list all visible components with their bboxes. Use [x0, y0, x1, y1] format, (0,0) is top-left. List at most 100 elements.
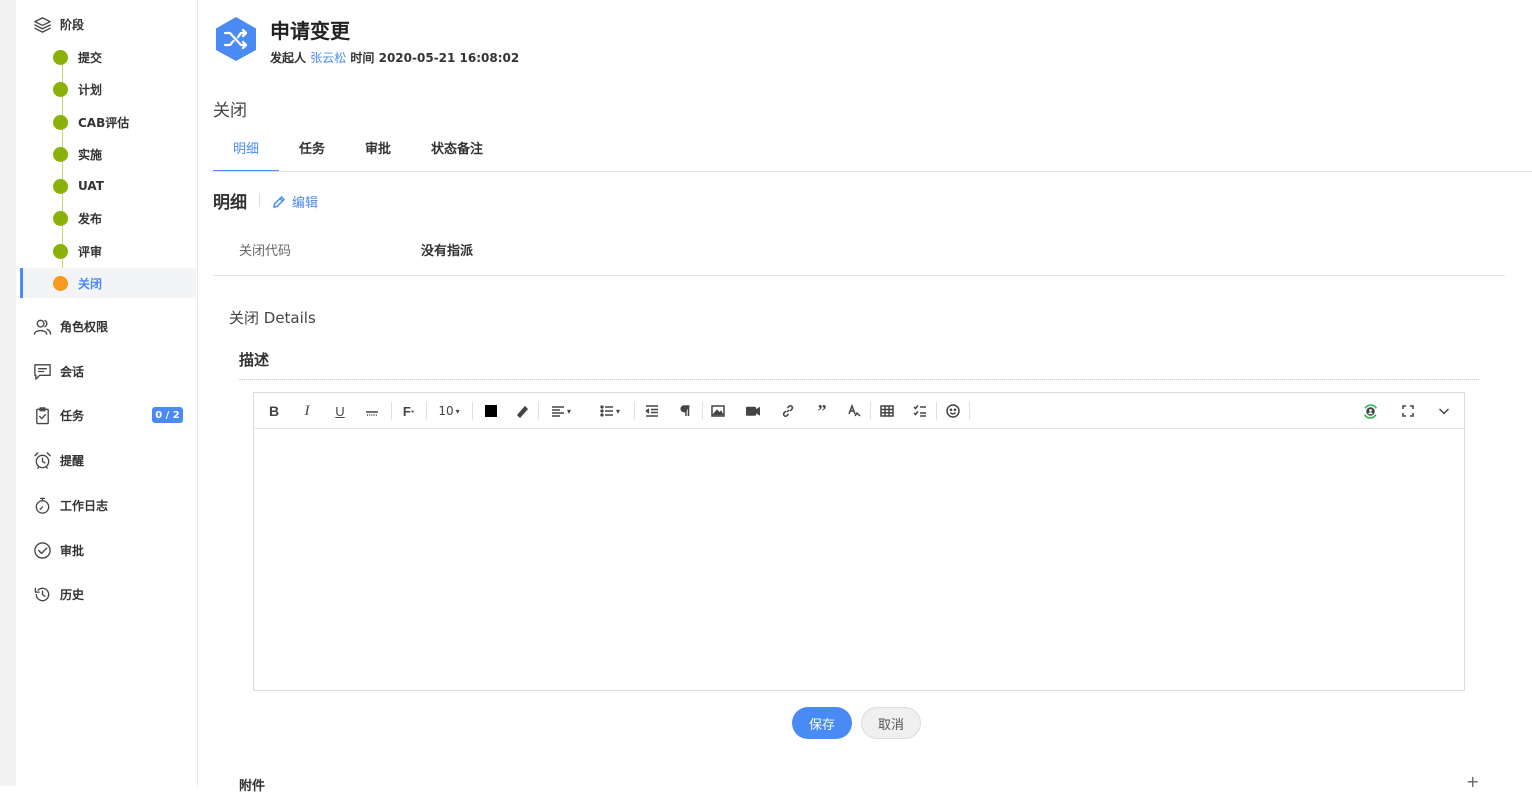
- stage-label: 关闭: [78, 276, 103, 291]
- sidebar-item-approval[interactable]: 审批: [32, 538, 84, 562]
- pencil-icon: [273, 195, 286, 208]
- font-size-select[interactable]: 10 ▾: [434, 399, 464, 423]
- stage-label: UAT: [78, 179, 104, 193]
- sidebar-item-worklog[interactable]: 工作日志: [32, 493, 108, 517]
- sidebar: 阶段 提交 计划 CAB评估 实施 UAT 发布 评审 关闭 角色权限 会话 任…: [16, 0, 198, 786]
- stage-done-dot: [53, 210, 68, 226]
- sidebar-item-label: 角色权限: [60, 319, 109, 334]
- chevron-down-icon[interactable]: [1434, 399, 1454, 423]
- close-code-label: 关闭代码: [239, 244, 292, 259]
- underline-icon[interactable]: U: [330, 399, 350, 423]
- cancel-button[interactable]: 取消: [861, 707, 921, 739]
- image-icon[interactable]: [708, 399, 728, 423]
- sidebar-item-label: 任务: [60, 408, 85, 423]
- initiator-link[interactable]: 张云松: [310, 51, 346, 65]
- stage-label: 提交: [78, 50, 103, 65]
- toolbar-separator: [969, 402, 970, 420]
- stage-done-dot: [53, 243, 68, 259]
- tabs-divider: [213, 171, 1532, 172]
- left-rail: [0, 0, 16, 786]
- time-label: 时间: [350, 51, 375, 65]
- layers-icon: [32, 14, 52, 34]
- list-dropdown-icon[interactable]: ▾: [595, 399, 625, 423]
- tab-approval[interactable]: 审批: [345, 132, 411, 172]
- toolbar-separator: [936, 402, 937, 420]
- stage-done-dot: [53, 146, 68, 162]
- paragraph-icon[interactable]: [675, 399, 695, 423]
- tab-status-notes[interactable]: 状态备注: [411, 132, 503, 172]
- stages-header[interactable]: 阶段: [32, 12, 84, 36]
- stage-item[interactable]: CAB评估: [20, 107, 196, 137]
- editor-content-area[interactable]: [254, 429, 1464, 691]
- stage-item[interactable]: 发布: [20, 203, 196, 233]
- stage-item[interactable]: UAT: [20, 171, 196, 201]
- page-title: 申请变更: [270, 19, 350, 43]
- sidebar-item-reminder[interactable]: 提醒: [32, 448, 84, 472]
- font-family-icon[interactable]: F·: [399, 399, 419, 423]
- stage-item-current[interactable]: 关闭: [20, 268, 196, 298]
- table-icon[interactable]: [877, 399, 897, 423]
- close-details-title: 关闭 Details: [229, 309, 316, 327]
- toolbar-separator: [538, 402, 539, 420]
- sidebar-item-label: 会话: [60, 364, 85, 379]
- sidebar-item-label: 审批: [60, 543, 85, 558]
- stages-header-label: 阶段: [60, 17, 85, 32]
- caret-down-icon: ▾: [615, 406, 620, 416]
- editor-toolbar: B I U F· 10 ▾ ▾ ▾ ”: [254, 393, 1464, 429]
- shuffle-icon: [216, 17, 256, 61]
- stage-item[interactable]: 计划: [20, 74, 196, 104]
- fullscreen-icon[interactable]: [1398, 399, 1418, 423]
- stage-done-dot: [53, 49, 68, 65]
- detail-section-title: 明细: [213, 193, 247, 213]
- stage-item[interactable]: 评审: [20, 236, 196, 266]
- stage-done-dot: [53, 81, 68, 97]
- checklist-icon[interactable]: [910, 399, 930, 423]
- link-icon[interactable]: [778, 399, 798, 423]
- highlight-icon[interactable]: [512, 399, 532, 423]
- tab-detail[interactable]: 明细: [213, 132, 280, 172]
- rich-text-editor: B I U F· 10 ▾ ▾ ▾ ”: [253, 392, 1465, 691]
- toolbar-separator: [634, 402, 635, 420]
- bold-icon[interactable]: B: [264, 399, 284, 423]
- sidebar-item-roles[interactable]: 角色权限: [32, 314, 108, 338]
- close-code-value: 没有指派: [421, 244, 474, 259]
- strikethrough-icon[interactable]: [362, 399, 382, 423]
- description-divider: [239, 379, 1479, 380]
- title-separator: [259, 193, 260, 207]
- align-dropdown-icon[interactable]: ▾: [546, 399, 576, 423]
- collaboration-icon[interactable]: [1358, 399, 1382, 423]
- history-icon: [32, 584, 52, 604]
- stage-item[interactable]: 实施: [20, 139, 196, 169]
- description-label: 描述: [239, 351, 270, 369]
- stage-label: 发布: [78, 211, 103, 226]
- chat-icon: [32, 361, 52, 381]
- edit-button[interactable]: 编辑: [272, 192, 318, 211]
- toolbar-separator: [702, 402, 703, 420]
- users-icon: [32, 316, 52, 336]
- save-button[interactable]: 保存: [792, 707, 852, 739]
- caret-down-icon: ▾: [455, 406, 460, 416]
- italic-icon[interactable]: I: [297, 399, 317, 423]
- sidebar-item-tasks[interactable]: 任务: [32, 403, 84, 427]
- sidebar-item-chat[interactable]: 会话: [32, 359, 84, 383]
- outdent-icon[interactable]: [642, 399, 662, 423]
- clipboard-icon: [32, 405, 52, 425]
- field-divider: [213, 275, 1505, 276]
- tab-tasks[interactable]: 任务: [279, 132, 345, 172]
- stage-label: CAB评估: [78, 115, 130, 130]
- text-color-icon[interactable]: [481, 399, 501, 423]
- sidebar-item-label: 历史: [60, 587, 85, 602]
- video-icon[interactable]: [743, 399, 763, 423]
- stage-item[interactable]: 提交: [20, 42, 196, 72]
- sidebar-item-history[interactable]: 历史: [32, 582, 84, 606]
- toolbar-separator: [426, 402, 427, 420]
- clear-format-icon[interactable]: [844, 399, 864, 423]
- alarm-icon: [32, 450, 52, 470]
- quote-icon[interactable]: ”: [812, 399, 832, 423]
- emoji-icon[interactable]: [943, 399, 963, 423]
- main-content: 申请变更 发起人 张云松 时间 2020-05-21 16:08:02 关闭 明…: [198, 0, 1532, 794]
- toolbar-separator: [870, 402, 871, 420]
- attachments-label: 附件: [239, 779, 266, 794]
- add-attachment-button[interactable]: +: [1466, 772, 1479, 791]
- stage-label: 评审: [78, 244, 103, 259]
